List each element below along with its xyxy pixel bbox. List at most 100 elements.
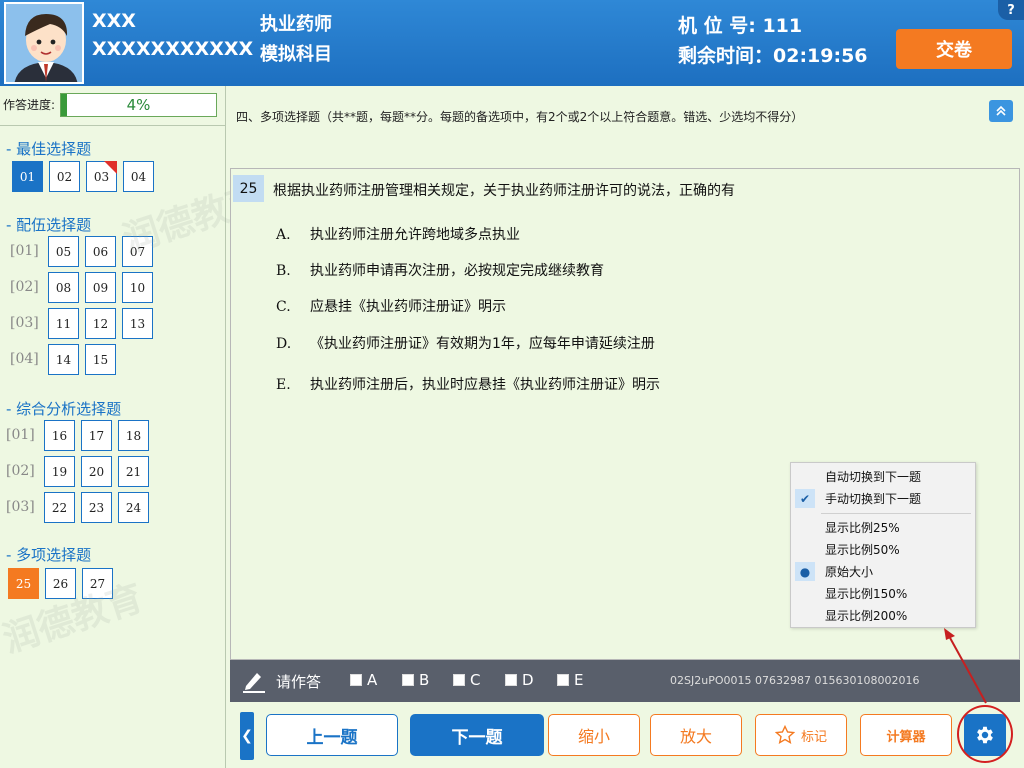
- option-letter: A.: [276, 227, 291, 243]
- candidate-id: XXXXXXXXXXX: [92, 38, 254, 60]
- question-button-14[interactable]: 14: [48, 344, 79, 375]
- menu-item-original-size[interactable]: ● 原始大小: [791, 561, 975, 582]
- question-button-18[interactable]: 18: [118, 420, 149, 451]
- option-text: 应悬挂《执业药师注册证》明示: [310, 299, 506, 315]
- answer-checkbox-e[interactable]: E: [557, 671, 583, 689]
- group-label: [02]: [6, 463, 35, 479]
- avatar: [4, 2, 84, 84]
- question-button-27[interactable]: 27: [82, 568, 113, 599]
- menu-item-label: 显示比例150%: [825, 587, 908, 601]
- answer-checkbox-a[interactable]: A: [350, 671, 377, 689]
- option-letter: B.: [276, 263, 291, 279]
- mark-question-button[interactable]: 标记: [755, 714, 847, 756]
- progress-value: 4%: [126, 96, 151, 114]
- question-button-21[interactable]: 21: [118, 456, 149, 487]
- previous-question-button[interactable]: 上一题: [266, 714, 398, 756]
- question-button-09[interactable]: 09: [85, 272, 116, 303]
- mark-label: 标记: [800, 729, 827, 745]
- chevron-left-icon[interactable]: ❮: [240, 712, 254, 760]
- candidate-name: XXX: [92, 10, 136, 32]
- star-icon: [774, 725, 795, 745]
- checkbox-label: C: [470, 671, 481, 689]
- avatar-icon: [6, 4, 82, 82]
- option-d[interactable]: D. 《执业药师注册证》有效期为1年，应每年申请延续注册: [276, 333, 655, 353]
- option-text: 执业药师注册允许跨地域多点执业: [310, 227, 520, 243]
- question-button-06[interactable]: 06: [85, 236, 116, 267]
- answer-label: 请作答: [276, 673, 322, 691]
- checkmark-icon: ✔: [795, 489, 815, 508]
- settings-menu: 自动切换到下一题 ✔ 手动切换到下一题 显示比例25% 显示比例50% ● 原始大小…: [790, 462, 976, 628]
- checkbox-label: D: [522, 671, 534, 689]
- question-button-11[interactable]: 11: [48, 308, 79, 339]
- question-button-02[interactable]: 02: [49, 161, 80, 192]
- zoom-in-button[interactable]: 放大: [650, 714, 742, 756]
- question-button-05[interactable]: 05: [48, 236, 79, 267]
- question-button-20[interactable]: 20: [81, 456, 112, 487]
- group-label: [03]: [6, 499, 35, 515]
- option-text: 《执业药师注册证》有效期为1年，应每年申请延续注册: [310, 336, 655, 352]
- option-text: 执业药师注册后，执业时应悬挂《执业药师注册证》明示: [310, 377, 660, 393]
- option-c[interactable]: C. 应悬挂《执业药师注册证》明示: [276, 296, 506, 316]
- question-button-25[interactable]: 25: [8, 568, 39, 599]
- checkbox-label: E: [574, 671, 584, 689]
- option-b[interactable]: B. 执业药师申请再次注册，必按规定完成继续教育: [276, 260, 604, 280]
- question-button-26[interactable]: 26: [45, 568, 76, 599]
- menu-item-zoom-200[interactable]: 显示比例200%: [791, 605, 975, 626]
- remaining-time: 剩余时间：02:19:56: [678, 45, 868, 67]
- next-question-button[interactable]: 下一题: [410, 714, 544, 756]
- menu-item-zoom-50[interactable]: 显示比例50%: [791, 539, 975, 560]
- option-e[interactable]: E. 执业药师注册后，执业时应悬挂《执业药师注册证》明示: [276, 374, 660, 394]
- menu-mark: [795, 467, 815, 486]
- exam-header: XXX XXXXXXXXXXX 执业药师 模拟科目 机 位 号: 111 剩余时…: [0, 0, 1024, 86]
- menu-item-auto-next[interactable]: 自动切换到下一题: [791, 466, 975, 487]
- option-letter: D.: [276, 336, 292, 352]
- question-button-24[interactable]: 24: [118, 492, 149, 523]
- question-button-07[interactable]: 07: [122, 236, 153, 267]
- menu-item-label: 原始大小: [825, 565, 874, 579]
- question-stem: 根据执业药师注册管理相关规定，关于执业药师注册许可的说法，正确的有: [273, 183, 735, 199]
- checkbox: [557, 674, 569, 686]
- question-button-08[interactable]: 08: [48, 272, 79, 303]
- question-button-23[interactable]: 23: [81, 492, 112, 523]
- question-button-15[interactable]: 15: [85, 344, 116, 375]
- menu-mark: [795, 584, 815, 603]
- exam-subject: 模拟科目: [260, 44, 332, 65]
- progress-bar: 4%: [60, 93, 217, 117]
- section-instruction: 四、多项选择题（共**题，每题**分。每题的备选项中，有2个或2个以上符合题意。…: [236, 110, 804, 124]
- question-button-03[interactable]: 03: [86, 161, 117, 192]
- question-button-16[interactable]: 16: [44, 420, 75, 451]
- question-button-10[interactable]: 10: [122, 272, 153, 303]
- calculator-button[interactable]: 计算器: [860, 714, 952, 756]
- menu-item-zoom-150[interactable]: 显示比例150%: [791, 583, 975, 604]
- question-button-12[interactable]: 12: [85, 308, 116, 339]
- help-icon[interactable]: ?: [998, 0, 1024, 20]
- question-button-17[interactable]: 17: [81, 420, 112, 451]
- menu-item-label: 显示比例50%: [825, 543, 900, 557]
- question-button-19[interactable]: 19: [44, 456, 75, 487]
- question-button-01[interactable]: 01: [12, 161, 43, 192]
- zoom-out-button[interactable]: 缩小: [548, 714, 640, 756]
- submit-exam-button[interactable]: 交卷: [896, 29, 1012, 69]
- collapse-icon[interactable]: [989, 100, 1013, 122]
- menu-item-zoom-25[interactable]: 显示比例25%: [791, 517, 975, 538]
- checkbox-label: B: [419, 671, 430, 689]
- answer-checkbox-c[interactable]: C: [453, 671, 480, 689]
- section-title-best-choice: - 最佳选择题: [6, 140, 92, 158]
- answer-checkbox-b[interactable]: B: [402, 671, 429, 689]
- divider: [0, 125, 225, 126]
- option-a[interactable]: A. 执业药师注册允许跨地域多点执业: [276, 224, 520, 244]
- seat-number: 机 位 号: 111: [678, 15, 803, 37]
- option-letter: E.: [276, 377, 291, 393]
- pen-icon: [243, 673, 265, 693]
- question-button-13[interactable]: 13: [122, 308, 153, 339]
- radio-dot-icon: ●: [795, 562, 815, 581]
- question-button-04[interactable]: 04: [123, 161, 154, 192]
- menu-item-label: 显示比例25%: [825, 521, 900, 535]
- answer-checkbox-d[interactable]: D: [505, 671, 534, 689]
- menu-mark: [795, 606, 815, 625]
- question-button-22[interactable]: 22: [44, 492, 75, 523]
- menu-item-manual-next[interactable]: ✔ 手动切换到下一题: [791, 488, 975, 509]
- checkbox: [505, 674, 517, 686]
- group-label: [01]: [10, 243, 39, 259]
- question-number-badge: 25: [233, 175, 264, 202]
